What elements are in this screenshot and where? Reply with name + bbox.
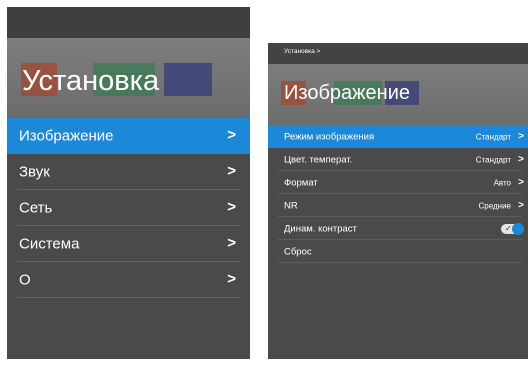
menu-item-label: Сеть (19, 199, 53, 217)
menu-item-label: Звук (19, 163, 50, 181)
breadcrumb[interactable]: Установка > (284, 48, 320, 55)
chevron-right-icon: > (518, 130, 524, 142)
chevron-right-icon: > (227, 234, 236, 252)
setting-value: Стандарт (475, 155, 511, 164)
menu-item-reset[interactable]: Сброс (268, 240, 528, 263)
settings-panel-main: Установка Изображение > Звук > Сеть > Си… (7, 7, 250, 359)
menu-item-picture-mode[interactable]: Режим изображения Стандарт > (268, 125, 528, 148)
setting-value: Авто (493, 178, 511, 187)
menu-item-label: О (19, 271, 31, 289)
menu-item-about[interactable]: О > (7, 262, 250, 298)
menu-item-label: Изображение (19, 127, 114, 145)
menu-item-system[interactable]: Система > (7, 226, 250, 262)
menu-item-color-temperature[interactable]: Цвет. температ. Стандарт > (268, 148, 528, 171)
menu-item-sound[interactable]: Звук > (7, 154, 250, 190)
setting-label: Режим изображения (284, 131, 375, 142)
menu-item-dynamic-contrast[interactable]: Динам. контраст ✓ (268, 217, 528, 240)
page-title: Изображение (284, 82, 410, 104)
setting-label: NR (284, 200, 298, 211)
setting-label: Динам. контраст (284, 223, 357, 234)
header-banner: Изображение (268, 64, 528, 125)
chevron-right-icon: > (227, 270, 236, 288)
toggle-knob (512, 222, 524, 235)
setting-label: Цвет. температ. (284, 154, 353, 165)
chevron-right-icon: > (227, 126, 236, 144)
chevron-right-icon: > (518, 199, 524, 211)
top-bar (7, 7, 250, 38)
divider (17, 297, 240, 298)
header-banner: Установка (7, 38, 250, 118)
chevron-right-icon: > (518, 176, 524, 188)
menu-item-noise-reduction[interactable]: NR Средние > (268, 194, 528, 217)
setting-label: Формат (284, 177, 318, 188)
page-title: Установка (22, 65, 160, 97)
check-icon: ✓ (505, 223, 512, 233)
setting-value: Стандарт (475, 132, 511, 141)
menu-item-network[interactable]: Сеть > (7, 190, 250, 226)
setting-value: Средние (478, 201, 511, 210)
settings-menu: Изображение > Звук > Сеть > Система > О … (7, 118, 250, 298)
chevron-right-icon: > (227, 198, 236, 216)
picture-settings-menu: Режим изображения Стандарт > Цвет. темпе… (268, 125, 528, 263)
top-bar: Установка > (268, 43, 528, 64)
picture-settings-panel: Установка > Изображение Режим изображени… (268, 43, 528, 359)
color-swatch-blue (164, 63, 212, 96)
menu-item-aspect-ratio[interactable]: Формат Авто > (268, 171, 528, 194)
dynamic-contrast-toggle[interactable]: ✓ (501, 222, 524, 235)
menu-item-label: Система (19, 235, 80, 253)
divider (278, 262, 522, 263)
setting-label: Сброс (284, 246, 312, 257)
chevron-right-icon: > (227, 162, 236, 180)
chevron-right-icon: > (518, 153, 524, 165)
menu-item-picture[interactable]: Изображение > (7, 118, 250, 154)
